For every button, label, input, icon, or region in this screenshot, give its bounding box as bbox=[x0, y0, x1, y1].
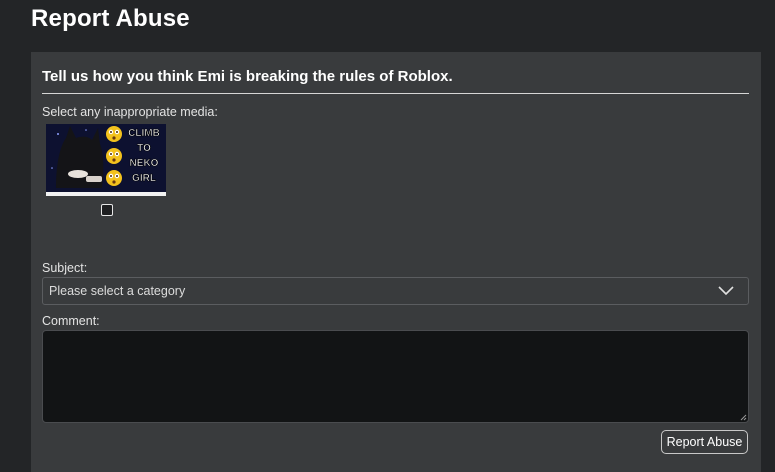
heading-divider bbox=[42, 93, 749, 94]
media-thumbnail[interactable]: CLIMB TO NEKO GIRL bbox=[46, 124, 166, 196]
report-abuse-button[interactable]: Report Abuse bbox=[661, 430, 748, 454]
resize-handle-icon[interactable] bbox=[740, 414, 747, 421]
thumbnail-caption-line: NEKO bbox=[130, 158, 159, 169]
thumbnail-caption-line: GIRL bbox=[132, 173, 156, 184]
report-form-panel: Tell us how you think Emi is breaking th… bbox=[31, 52, 761, 472]
media-label: Select any inappropriate media: bbox=[42, 105, 218, 119]
subject-label: Subject: bbox=[42, 261, 88, 275]
thumbnail-caption-line: TO bbox=[137, 143, 151, 154]
form-heading: Tell us how you think Emi is breaking th… bbox=[42, 68, 453, 85]
subject-select[interactable]: Please select a category bbox=[42, 277, 749, 305]
page-title: Report Abuse bbox=[31, 5, 190, 32]
subject-select-value: Please select a category bbox=[49, 284, 186, 298]
comment-label: Comment: bbox=[42, 314, 100, 328]
media-checkbox[interactable] bbox=[101, 204, 113, 216]
thumbnail-image: CLIMB TO NEKO GIRL bbox=[46, 124, 166, 196]
chevron-down-icon bbox=[718, 286, 734, 296]
comment-textarea[interactable] bbox=[42, 330, 749, 423]
thumbnail-caption-line: CLIMB bbox=[128, 128, 160, 139]
